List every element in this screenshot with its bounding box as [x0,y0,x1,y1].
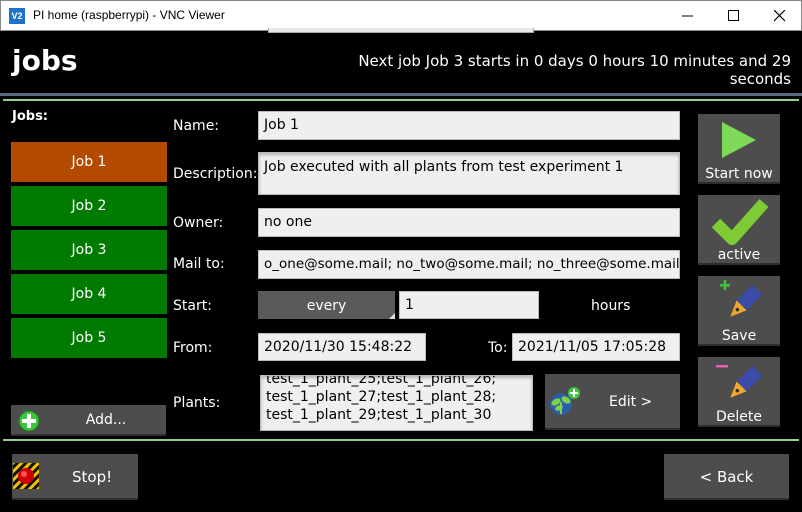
mail-to-field[interactable]: o_one@some.mail; no_two@some.mail; no_th… [258,250,680,279]
vnc-toolbar-handle[interactable] [268,28,534,33]
maximize-button[interactable] [711,1,757,31]
start-unit-label: hours [591,298,631,314]
add-job-label: Add... [85,412,127,428]
start-mode-dropdown[interactable]: every [258,291,395,319]
plants-line-1: test_1_plant_25;test_1_plant_26; [266,375,497,387]
plant-add-icon [550,387,580,415]
name-field[interactable]: Job 1 [258,111,680,140]
owner-field[interactable]: no one [258,208,680,237]
owner-label: Owner: [173,215,224,231]
jobs-label: Jobs: [12,109,49,124]
start-label: Start: [173,298,212,314]
plants-line-2: test_1_plant_27;test_1_plant_28; [266,389,497,405]
name-label: Name: [173,118,220,134]
plus-circle-icon [18,410,40,432]
save-label: Save [721,328,757,344]
close-icon [774,10,786,22]
start-interval-field[interactable]: 1 [399,291,539,319]
job-list-item-3[interactable]: Job 3 [11,230,167,270]
footer-separator [3,439,799,441]
active-toggle-button[interactable]: active [698,195,780,265]
description-label: Description: [173,166,258,182]
header-separator [3,99,799,101]
mail-to-label: Mail to: [173,256,225,272]
plants-list-field[interactable]: test_1_plant_25;test_1_plant_26; test_1_… [260,375,533,431]
plants-line-3: test_1_plant_29;test_1_plant_30 [266,407,492,423]
from-date-field[interactable]: 2020/11/30 15:48:22 [258,333,426,361]
edit-plants-button[interactable]: Edit > [545,374,680,430]
save-button[interactable]: Save [698,276,780,346]
minimize-icon [682,15,693,17]
to-date-field[interactable]: 2021/11/05 17:05:28 [512,333,680,361]
checkmark-icon [711,199,769,245]
stop-label: Stop! [72,468,113,486]
vnc-window: V2 PI home (raspberrypi) - VNC Viewer jo… [0,0,802,512]
description-field[interactable]: Job executed with all plants from test e… [258,152,680,195]
header-divider [0,93,802,96]
job-list-item-1[interactable]: Job 1 [11,142,167,182]
job-list-item-2[interactable]: Job 2 [11,186,167,226]
edit-plants-label: Edit > [609,394,653,410]
to-label: To: [488,340,508,356]
window-title-bar: V2 PI home (raspberrypi) - VNC Viewer [0,0,802,31]
delete-label: Delete [716,409,762,425]
vnc-app-icon: V2 [9,8,25,24]
add-job-button[interactable]: Add... [11,405,166,436]
start-now-label: Start now [705,166,773,182]
window-title: PI home (raspberrypi) - VNC Viewer [33,8,225,22]
emergency-stop-icon [13,463,39,489]
active-label: active [717,247,761,263]
stop-button[interactable]: Stop! [12,454,138,500]
from-label: From: [173,340,213,356]
start-now-button[interactable]: Start now [698,114,780,184]
play-icon [722,122,756,158]
maximize-icon [728,10,739,21]
close-button[interactable] [757,1,802,31]
minimize-button[interactable] [665,1,711,31]
page-title: jobs [12,44,78,77]
plants-label: Plants: [173,395,221,411]
next-job-status: Next job Job 3 starts in 0 days 0 hours … [358,52,791,88]
job-list-item-5[interactable]: Job 5 [11,318,167,358]
pen-add-icon [720,280,763,317]
job-list-item-4[interactable]: Job 4 [11,274,167,314]
delete-button[interactable]: Delete [698,357,780,427]
pen-remove-icon [716,365,763,398]
back-button[interactable]: < Back [664,454,789,500]
